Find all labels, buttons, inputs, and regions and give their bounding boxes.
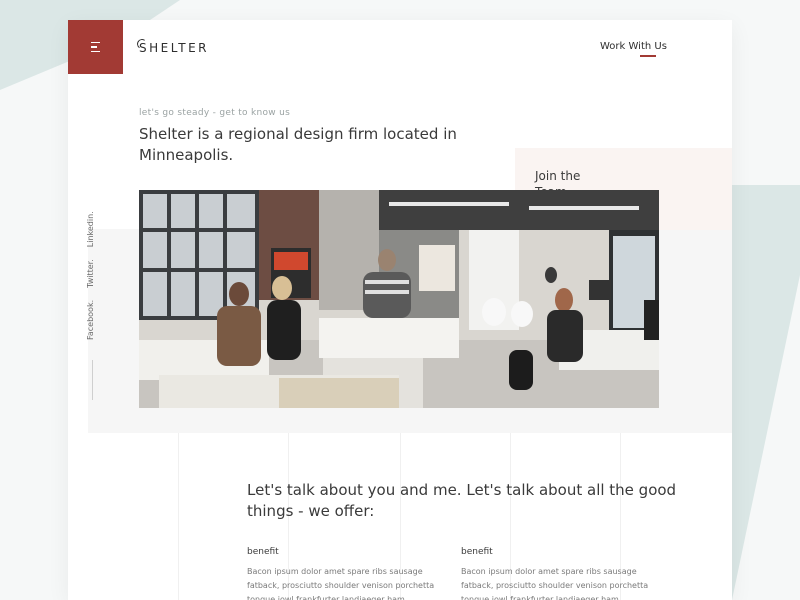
logo-text: SHELTER <box>139 41 210 55</box>
divider <box>92 360 93 400</box>
benefit-card: benefit Bacon ipsum dolor amet spare rib… <box>461 547 661 600</box>
offer-heading: Let's talk about you and me. Let's talk … <box>247 481 677 520</box>
benefit-label: benefit <box>461 547 493 557</box>
page-card: SHELTER Work With Us let's go steady - g… <box>68 20 732 600</box>
office-photo <box>139 190 659 408</box>
menu-button[interactable] <box>68 20 123 74</box>
social-link-twitter[interactable]: Twitter. <box>86 259 100 288</box>
logo[interactable]: SHELTER <box>136 38 210 55</box>
background-shape <box>732 275 800 600</box>
benefit-text: Bacon ipsum dolor amet spare ribs sausag… <box>461 567 649 600</box>
social-links: Facebook. Twitter. Linkedin. <box>86 211 100 340</box>
work-with-us-link[interactable]: Work With Us <box>600 41 667 52</box>
social-link-linkedin[interactable]: Linkedin. <box>86 211 100 247</box>
link-underline <box>640 55 656 57</box>
benefit-label: benefit <box>247 547 279 557</box>
hero-eyebrow: let's go steady - get to know us <box>139 108 291 118</box>
social-link-facebook[interactable]: Facebook. <box>86 300 100 340</box>
background-shape <box>732 185 800 275</box>
hamburger-icon <box>91 39 100 56</box>
benefit-card: benefit Bacon ipsum dolor amet spare rib… <box>247 547 447 600</box>
benefit-text: Bacon ipsum dolor amet spare ribs sausag… <box>247 567 435 600</box>
hero-headline: Shelter is a regional design firm locate… <box>139 125 457 164</box>
